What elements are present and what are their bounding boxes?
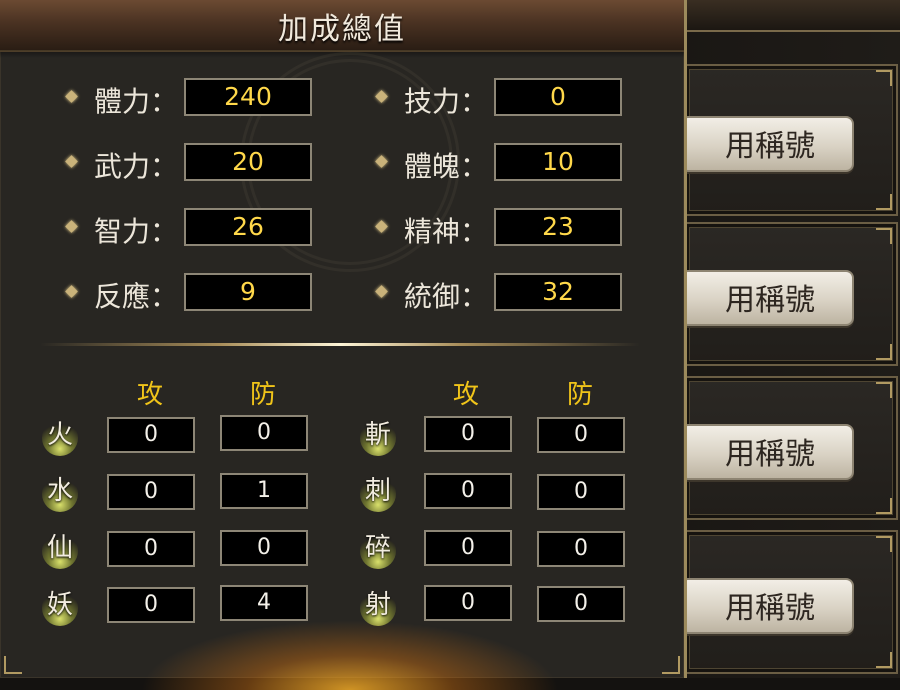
stat-row: 體力： 240 <box>60 78 360 118</box>
card-corner-ornament <box>876 194 892 210</box>
diamond-bullet-icon <box>65 285 78 298</box>
stat-row: 武力： 20 <box>60 143 360 183</box>
panel-corner-ornament <box>4 656 22 674</box>
defense-value: 0 <box>537 586 625 622</box>
card-corner-ornament <box>876 652 892 668</box>
stat-value: 240 <box>184 78 312 116</box>
title-card: 用稱號 <box>680 64 898 216</box>
stat-label: 體魄： <box>404 150 489 183</box>
element-label: 火 <box>46 420 73 450</box>
stat-label: 智力： <box>94 215 179 248</box>
stat-row: 精神： 23 <box>370 208 670 248</box>
attack-value: 0 <box>424 585 512 621</box>
stat-value: 32 <box>494 273 622 311</box>
attack-value: 0 <box>107 474 195 510</box>
defense-value: 0 <box>537 474 625 510</box>
stat-value: 0 <box>494 78 622 116</box>
stat-value: 10 <box>494 143 622 181</box>
attack-value: 0 <box>424 473 512 509</box>
attack-column-header: 攻 <box>452 380 479 410</box>
stat-value: 23 <box>494 208 622 246</box>
card-corner-ornament <box>876 344 892 360</box>
element-label: 妖 <box>46 590 73 620</box>
diamond-bullet-icon <box>375 155 388 168</box>
stat-value: 26 <box>184 208 312 246</box>
defense-value: 1 <box>220 473 308 509</box>
stat-label: 統御： <box>404 280 489 313</box>
title-list-top-strip <box>680 0 900 32</box>
defense-value: 0 <box>220 530 308 566</box>
stat-label: 反應： <box>94 280 179 313</box>
attack-value: 0 <box>424 530 512 566</box>
card-corner-ornament <box>876 536 892 552</box>
attack-value: 0 <box>424 416 512 452</box>
stat-value: 20 <box>184 143 312 181</box>
element-label: 水 <box>46 476 73 506</box>
attack-value: 0 <box>107 531 195 567</box>
panel-header: 加成總值 <box>0 0 684 58</box>
card-corner-ornament <box>876 70 892 86</box>
bottom-glow-decoration <box>140 620 560 690</box>
use-title-button[interactable]: 用稱號 <box>680 578 854 634</box>
defense-value: 0 <box>220 415 308 451</box>
element-label: 射 <box>364 590 391 620</box>
element-label: 碎 <box>364 533 391 563</box>
diamond-bullet-icon <box>65 220 78 233</box>
element-label: 刺 <box>364 476 391 506</box>
stat-label: 技力： <box>404 85 489 118</box>
card-corner-ornament <box>876 498 892 514</box>
title-card: 用稱號 <box>680 376 898 520</box>
defense-value: 0 <box>537 531 625 567</box>
diamond-bullet-icon <box>375 220 388 233</box>
stat-row: 智力： 26 <box>60 208 360 248</box>
stat-label: 武力： <box>94 150 179 183</box>
diamond-bullet-icon <box>65 90 78 103</box>
card-corner-ornament <box>876 382 892 398</box>
title-card: 用稱號 <box>680 222 898 366</box>
defense-column-header: 防 <box>249 380 276 410</box>
section-divider <box>40 343 640 346</box>
panel-title: 加成總值 <box>278 12 406 47</box>
attack-value: 0 <box>107 417 195 453</box>
stat-label: 體力： <box>94 85 179 118</box>
stat-row: 技力： 0 <box>370 78 670 118</box>
bonus-totals-panel: 加成總值 體力： 240 技力： 0 武力： 20 體魄： 10 智力： 26 … <box>0 0 687 690</box>
element-label: 仙 <box>46 533 73 563</box>
attack-column-header: 攻 <box>136 380 163 410</box>
stat-label: 精神： <box>404 215 489 248</box>
defense-column-header: 防 <box>566 380 593 410</box>
diamond-bullet-icon <box>375 285 388 298</box>
use-title-button[interactable]: 用稱號 <box>680 424 854 480</box>
use-title-button[interactable]: 用稱號 <box>680 270 854 326</box>
stat-row: 體魄： 10 <box>370 143 670 183</box>
defense-value: 0 <box>537 417 625 453</box>
diamond-bullet-icon <box>65 155 78 168</box>
diamond-bullet-icon <box>375 90 388 103</box>
title-card: 用稱號 <box>680 530 898 674</box>
use-title-button[interactable]: 用稱號 <box>680 116 854 172</box>
element-label: 斬 <box>364 420 391 450</box>
stat-row: 反應： 9 <box>60 273 360 313</box>
defense-value: 4 <box>220 585 308 621</box>
stat-row: 統御： 32 <box>370 273 670 313</box>
card-corner-ornament <box>876 228 892 244</box>
panel-corner-ornament <box>662 656 680 674</box>
attack-value: 0 <box>107 587 195 623</box>
stat-value: 9 <box>184 273 312 311</box>
title-list-background: 用稱號 用稱號 用稱號 用稱號 <box>680 0 900 678</box>
